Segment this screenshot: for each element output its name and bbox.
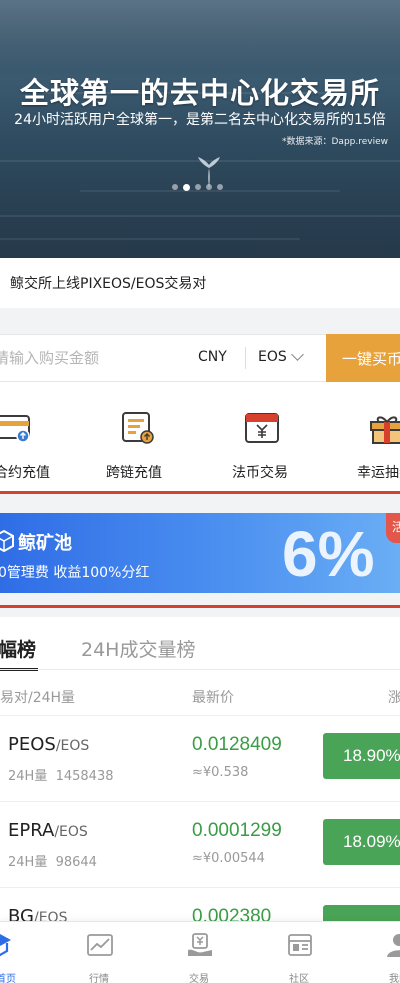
yuan-calendar-icon: [245, 413, 279, 443]
divider: [245, 347, 246, 369]
pair-symbol: PEOS/EOS: [8, 734, 89, 755]
mining-pool-title: 鲸矿池: [18, 533, 72, 554]
volume-label: 24H量: [8, 855, 48, 870]
pair-volume: 24H量 1458438: [8, 765, 114, 784]
volume-label: 24H量: [8, 769, 48, 784]
highlight-line-bottom: [0, 605, 400, 608]
volume-value: 98644: [55, 855, 97, 870]
action-label: 跨链充值: [106, 465, 162, 481]
bottom-nav: 首页 行情 交易 社区 我: [0, 921, 400, 983]
header-change[interactable]: 涨跌幅: [388, 687, 400, 707]
header-price: 最新价: [192, 690, 234, 706]
action-label: 幸运抽奖: [357, 465, 400, 481]
nav-label: 首页: [0, 974, 16, 983]
action-label: 法币交易: [232, 465, 288, 481]
mining-pool-banner[interactable]: 鲸矿池 0管理费 收益100%分红 6% 活: [0, 513, 400, 593]
chart-icon: [87, 934, 113, 956]
trade-icon: [188, 933, 212, 956]
pair-volume: 24H量 98644: [8, 851, 97, 870]
action-contract-topup[interactable]: 合约充值: [0, 382, 68, 492]
action-fiat-trade[interactable]: 法币交易: [208, 382, 318, 492]
action-lucky-draw[interactable]: 幸运抽奖: [332, 382, 400, 492]
cny-price: ≈¥0.00544: [192, 851, 265, 866]
pair-symbol: EPRA/EOS: [8, 820, 88, 841]
chevron-down-icon: [290, 348, 304, 361]
table-row[interactable]: EPRA/EOS 24H量 98644 0.0001299 ≈¥0.00544 …: [0, 801, 400, 887]
change-badge[interactable]: 18.09%: [323, 819, 400, 865]
nav-item-community[interactable]: 社区: [260, 922, 340, 983]
action-cross-chain-topup[interactable]: 跨链充值: [82, 382, 192, 492]
cny-price: ≈¥0.538: [192, 765, 249, 780]
banner-subtitle: 24小时活跃用户全球第一，是第二名去中心化交易所的15倍: [14, 112, 386, 128]
nav-label: 我的: [389, 974, 400, 983]
news-ticker[interactable]: 鲸交所上线PIXEOS/EOS交易对: [0, 258, 400, 308]
carousel-dot[interactable]: [195, 184, 201, 190]
pair-base: EPRA: [8, 820, 55, 841]
carousel-dot[interactable]: [217, 184, 223, 190]
pair-quote: /EOS: [54, 824, 88, 840]
community-icon: [288, 934, 312, 956]
token-select[interactable]: EOS: [258, 348, 304, 365]
carousel-dot[interactable]: [172, 184, 178, 190]
activity-tag: 活: [386, 513, 400, 543]
quick-buy-bar: CNY EOS 一键买币: [0, 334, 400, 382]
action-label: 合约充值: [0, 465, 50, 481]
pair-quote: /EOS: [55, 738, 90, 754]
nav-label: 交易: [189, 974, 209, 983]
mining-pool-subtitle: 0管理费 收益100%分红: [0, 565, 150, 581]
carousel-dot-active[interactable]: [183, 183, 190, 191]
nav-item-trade[interactable]: 交易: [160, 922, 240, 983]
divider: [0, 669, 400, 670]
highlight-line-top: [0, 491, 400, 494]
news-text[interactable]: 鲸交所上线PIXEOS/EOS交易对: [10, 273, 206, 293]
last-price: 0.0001299: [192, 820, 282, 841]
buy-amount-input[interactable]: [0, 335, 190, 381]
tab-24h-volume[interactable]: 24H成交量榜: [81, 635, 195, 662]
profile-icon: [387, 934, 400, 957]
pool-cube-icon: [0, 530, 14, 552]
nav-item-profile[interactable]: 我的: [360, 922, 400, 983]
pair-base: PEOS: [8, 734, 56, 755]
one-click-buy-button[interactable]: 一键买币: [326, 334, 400, 382]
quick-actions: 合约充值 跨链充值 法币交易 幸运抽: [0, 382, 400, 492]
nav-item-home[interactable]: 首页: [0, 922, 40, 983]
currency-label[interactable]: CNY: [198, 349, 227, 365]
gift-icon: [370, 416, 400, 444]
tab-gainers[interactable]: 涨幅榜: [0, 635, 36, 662]
volume-value: 1458438: [55, 769, 114, 784]
nav-item-market[interactable]: 行情: [60, 922, 140, 983]
mining-pool-percent: 6%: [282, 518, 375, 590]
last-price: 0.0128409: [192, 734, 282, 755]
nav-label: 行情: [89, 974, 109, 983]
cross-chain-icon: [122, 412, 154, 444]
table-row[interactable]: PEOS/EOS 24H量 1458438 0.0128409 ≈¥0.538 …: [0, 715, 400, 801]
change-badge[interactable]: 18.90%: [323, 733, 400, 779]
banner-title: 全球第一的去中心化交易所: [19, 76, 380, 110]
carousel-dot[interactable]: [206, 184, 212, 190]
header-pair: 交易对/24H量: [0, 690, 76, 706]
token-select-value: EOS: [258, 349, 287, 365]
card-icon: [0, 415, 30, 443]
hero-banner[interactable]: 全球第一的去中心化交易所 24小时活跃用户全球第一，是第二名去中心化交易所的15…: [0, 0, 400, 258]
nav-label: 社区: [289, 974, 309, 983]
banner-source: *数据来源：Dapp.review: [282, 137, 388, 147]
home-icon: [0, 934, 11, 957]
carousel-dots[interactable]: [172, 183, 223, 191]
app-screen: 全球第一的去中心化交易所 24小时活跃用户全球第一，是第二名去中心化交易所的15…: [0, 0, 400, 983]
